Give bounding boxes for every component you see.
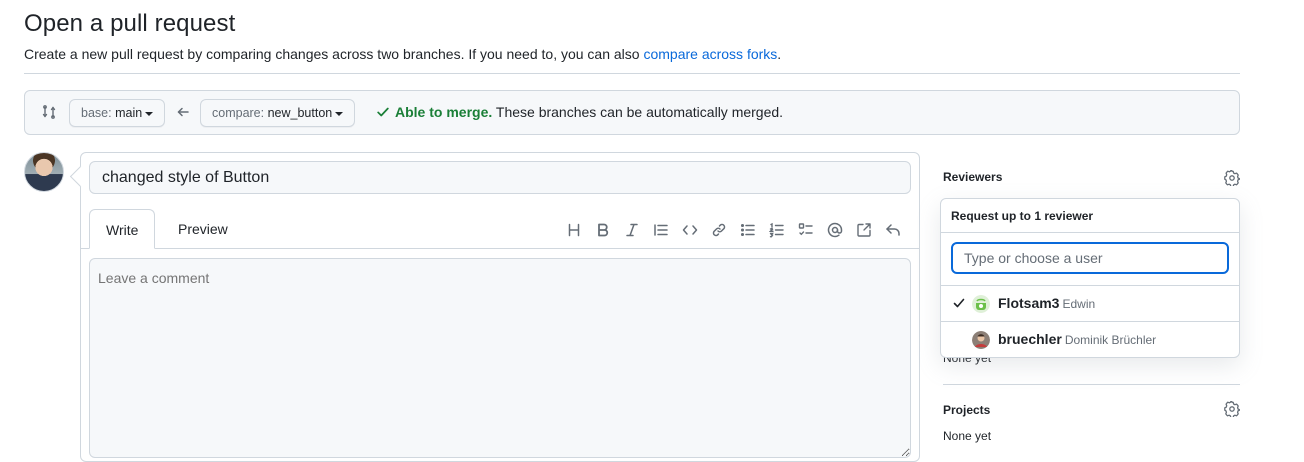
merge-ok-text: Able to merge. [395, 104, 493, 120]
task-list-icon [798, 223, 813, 236]
projects-title: Projects [943, 403, 991, 417]
popover-header: Request up to 1 reviewer [951, 209, 1094, 223]
pull-request-form: Write Preview [80, 152, 920, 462]
branch-compare-bar: base: main compare: new_button Able to m… [24, 90, 1240, 135]
reviewer-option[interactable]: bruechler Dominik Brüchler [941, 322, 1239, 358]
reviewers-title: Reviewers [943, 170, 1003, 184]
tabs-divider [81, 248, 919, 249]
subtitle-suffix: . [777, 46, 782, 62]
reviewer-login: Flotsam3 [998, 295, 1060, 311]
unordered-list-button[interactable] [733, 221, 762, 239]
unordered-list-icon [740, 223, 755, 237]
base-branch-select[interactable]: base: main [69, 99, 166, 127]
bold-button[interactable] [588, 221, 617, 239]
chevron-down-icon [145, 111, 154, 116]
task-list-button[interactable] [791, 221, 820, 239]
subtitle-text: Create a new pull request by comparing c… [24, 46, 640, 62]
header-divider [24, 73, 1240, 74]
ordered-list-icon [768, 222, 784, 238]
user-avatar [972, 331, 990, 349]
base-branch-value: main [115, 106, 143, 120]
compare-arrows-icon [42, 105, 56, 119]
merge-detail-text: These branches can be automatically merg… [495, 104, 784, 120]
reviewer-login: bruechler [998, 331, 1062, 347]
page-subtitle: Create a new pull request by comparing c… [24, 46, 781, 62]
reviewer-option[interactable]: Flotsam3 Edwin [941, 286, 1239, 322]
projects-gear-icon[interactable] [1224, 401, 1240, 417]
link-button[interactable] [704, 221, 733, 239]
tab-preview[interactable]: Preview [162, 209, 244, 249]
projects-none-text: None yet [943, 429, 992, 443]
reviewer-name: Edwin [1062, 297, 1096, 311]
compare-branch-value: new_button [267, 106, 333, 120]
code-button[interactable] [675, 221, 704, 239]
quote-button[interactable] [646, 221, 675, 239]
reviewer-search-input[interactable] [951, 242, 1229, 274]
reviewer-option-text: bruechler Dominik Brüchler [998, 331, 1156, 347]
quote-icon [653, 224, 668, 236]
reviewer-option-text: Flotsam3 Edwin [998, 295, 1095, 311]
reply-icon [885, 224, 900, 236]
cross-reference-button[interactable] [849, 221, 878, 239]
mention-button[interactable] [820, 221, 849, 239]
base-label: base: [81, 106, 112, 120]
check-icon [377, 107, 389, 117]
chevron-down-icon [335, 111, 344, 116]
mention-icon [827, 222, 842, 238]
compare-branch-select[interactable]: compare: new_button [200, 99, 356, 127]
heading-icon [568, 223, 579, 237]
sidebar-divider [943, 384, 1240, 385]
arrow-left-icon [177, 107, 189, 117]
reply-button[interactable] [878, 221, 907, 239]
reviewers-gear-icon[interactable] [1224, 170, 1240, 186]
reviewer-name: Dominik Brüchler [1064, 333, 1157, 347]
popover-divider [941, 232, 1239, 233]
comment-textarea[interactable] [89, 258, 911, 458]
pr-title-input[interactable] [89, 161, 911, 194]
code-icon [682, 225, 697, 235]
heading-button[interactable] [559, 221, 588, 239]
bold-icon [597, 223, 608, 237]
user-avatar [24, 152, 64, 192]
tab-write[interactable]: Write [89, 209, 156, 249]
compare-across-forks-link[interactable]: compare across forks [643, 46, 777, 62]
italic-icon [625, 223, 638, 237]
page-title: Open a pull request [24, 10, 236, 37]
italic-button[interactable] [617, 221, 646, 239]
markdown-toolbar [559, 221, 907, 239]
merge-status: Able to merge. These branches can be aut… [376, 104, 783, 120]
cross-reference-icon [856, 223, 871, 237]
compare-label: compare: [212, 106, 265, 120]
user-avatar [972, 295, 990, 313]
ordered-list-button[interactable] [762, 221, 791, 239]
link-icon [712, 223, 725, 237]
check-icon [953, 298, 965, 308]
reviewer-select-popover: Request up to 1 reviewer Flotsam3Edwin b… [940, 198, 1240, 358]
